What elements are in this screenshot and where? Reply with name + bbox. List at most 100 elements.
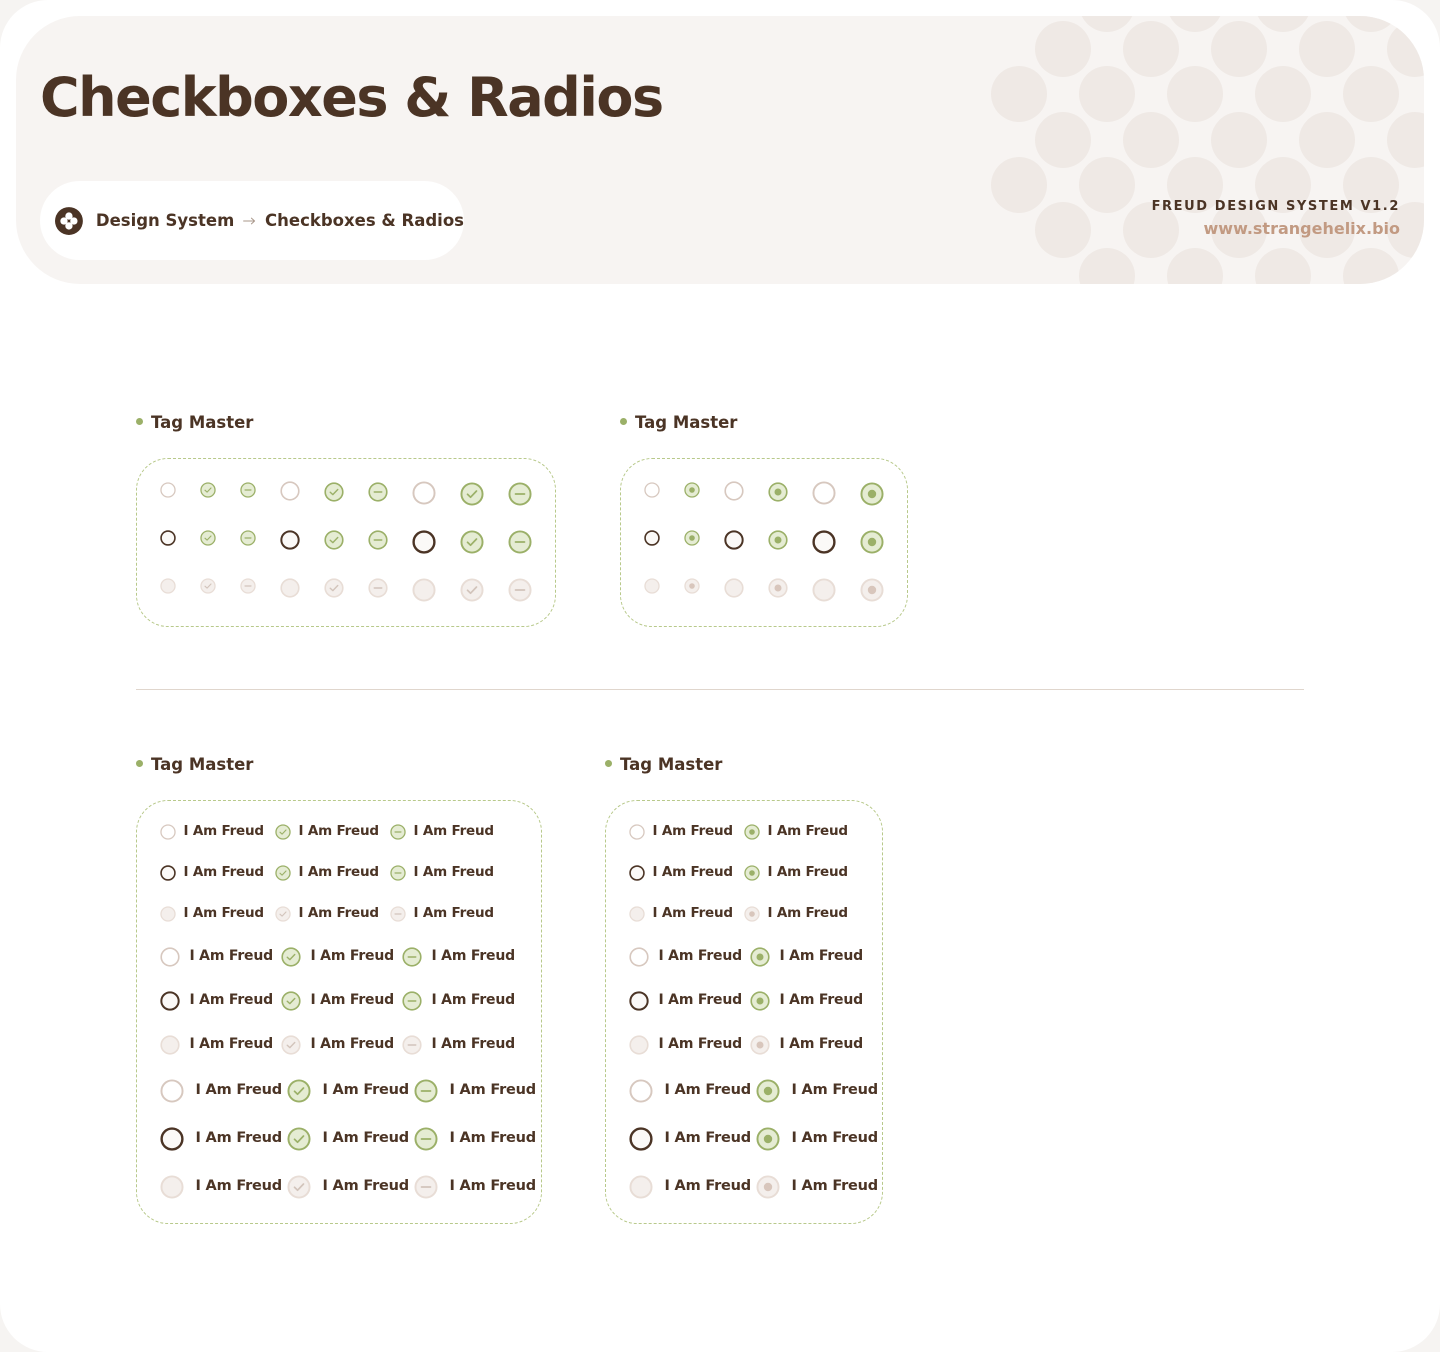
radio-selected-disabled[interactable]: [755, 1174, 780, 1199]
radio-unselected-disabled[interactable]: [811, 577, 836, 602]
checkbox-unchecked-default[interactable]: [159, 946, 180, 967]
radio-unselected-default[interactable]: [628, 823, 645, 840]
checkbox-unchecked-disabled[interactable]: [159, 577, 176, 594]
radio-unselected-disabled[interactable]: [628, 1034, 649, 1055]
radio-selected-default[interactable]: [859, 481, 884, 506]
checkbox-checked-focused[interactable]: [280, 990, 301, 1011]
radio-selected-focused[interactable]: [859, 529, 884, 554]
radio-unselected-focused[interactable]: [628, 1126, 653, 1151]
checkbox-unchecked-focused[interactable]: [279, 529, 300, 550]
radio-unselected-default[interactable]: [643, 481, 660, 498]
checkbox-checked-disabled[interactable]: [199, 577, 216, 594]
checkbox-indeterminate-focused[interactable]: [507, 529, 532, 554]
radio-selected-focused[interactable]: [749, 990, 770, 1011]
checkbox-checked-disabled[interactable]: [323, 577, 344, 598]
checkbox-indeterminate-disabled[interactable]: [389, 905, 406, 922]
radio-unselected-default[interactable]: [628, 1078, 653, 1103]
radio-selected-default[interactable]: [683, 481, 700, 498]
checkbox-indeterminate-disabled[interactable]: [413, 1174, 438, 1199]
radio-unselected-disabled[interactable]: [628, 905, 645, 922]
radio-selected-default[interactable]: [755, 1078, 780, 1103]
checkbox-indeterminate-focused[interactable]: [239, 529, 256, 546]
checkbox-unchecked-focused[interactable]: [159, 990, 180, 1011]
radio-selected-default[interactable]: [743, 823, 760, 840]
checkbox-checked-disabled[interactable]: [274, 905, 291, 922]
breadcrumb-root-link[interactable]: Design System: [96, 211, 234, 230]
radio-unselected-focused[interactable]: [643, 529, 660, 546]
checkbox-unchecked-default[interactable]: [411, 480, 436, 505]
radio-unselected-default[interactable]: [628, 946, 649, 967]
radio-unselected-default[interactable]: [811, 480, 836, 505]
radio-unselected-default[interactable]: [723, 480, 744, 501]
checkbox-indeterminate-default[interactable]: [367, 481, 388, 502]
checkbox-checked-default[interactable]: [459, 481, 484, 506]
checkbox-unchecked-disabled[interactable]: [159, 1034, 180, 1055]
radio-unselected-focused[interactable]: [723, 529, 744, 550]
radio-selected-focused[interactable]: [683, 529, 700, 546]
radio-unselected-disabled[interactable]: [628, 1174, 653, 1199]
radio-selected-disabled[interactable]: [743, 905, 760, 922]
check-icon: [323, 577, 344, 598]
checkbox-indeterminate-default[interactable]: [389, 823, 406, 840]
checkbox-indeterminate-disabled[interactable]: [507, 577, 532, 602]
check-icon: [274, 823, 291, 840]
checkbox-checked-focused[interactable]: [274, 864, 291, 881]
checkbox-indeterminate-default[interactable]: [507, 481, 532, 506]
checkbox-indeterminate-disabled[interactable]: [367, 577, 388, 598]
checkbox-indeterminate-focused[interactable]: [413, 1126, 438, 1151]
checkbox-checked-focused[interactable]: [459, 529, 484, 554]
checkbox-indeterminate-disabled[interactable]: [401, 1034, 422, 1055]
radio-unselected-focused[interactable]: [811, 529, 836, 554]
checkbox-unchecked-default[interactable]: [279, 480, 300, 501]
radio-unselected-disabled[interactable]: [723, 577, 744, 598]
checkbox-unchecked-default[interactable]: [159, 481, 176, 498]
checkbox-checked-disabled[interactable]: [280, 1034, 301, 1055]
radio-selected-default[interactable]: [749, 946, 770, 967]
radio-selected-focused[interactable]: [743, 864, 760, 881]
checkbox-unchecked-focused[interactable]: [159, 864, 176, 881]
radio-selected-disabled[interactable]: [859, 577, 884, 602]
checkbox-unchecked-focused[interactable]: [411, 529, 436, 554]
checkbox-unchecked-disabled[interactable]: [159, 905, 176, 922]
checkbox-indeterminate-default[interactable]: [239, 481, 256, 498]
checkbox-checked-default[interactable]: [199, 481, 216, 498]
radio-selected-disabled[interactable]: [749, 1034, 770, 1055]
checkbox-unchecked-default[interactable]: [159, 1078, 184, 1103]
decorative-dot: [1123, 112, 1179, 168]
radio-selected-disabled[interactable]: [683, 577, 700, 594]
radio-selected-focused[interactable]: [767, 529, 788, 550]
decorative-dot: [1035, 202, 1091, 258]
radio-selected-default[interactable]: [767, 481, 788, 502]
checkbox-indeterminate-disabled[interactable]: [239, 577, 256, 594]
empty-circle-icon: [723, 529, 744, 550]
checkbox-indeterminate-focused[interactable]: [367, 529, 388, 550]
checkbox-unchecked-disabled[interactable]: [411, 577, 436, 602]
checkbox-checked-default[interactable]: [323, 481, 344, 502]
checkbox-indeterminate-focused[interactable]: [401, 990, 422, 1011]
radio-selected-focused[interactable]: [755, 1126, 780, 1151]
checkbox-checked-default[interactable]: [286, 1078, 311, 1103]
radio-unselected-focused[interactable]: [628, 990, 649, 1011]
checkbox-checked-focused[interactable]: [199, 529, 216, 546]
checkbox-checked-focused[interactable]: [323, 529, 344, 550]
minus-icon: [367, 529, 388, 550]
checkbox-unchecked-focused[interactable]: [159, 529, 176, 546]
checkbox-checked-disabled[interactable]: [286, 1174, 311, 1199]
brand-url-link[interactable]: www.strangehelix.bio: [1152, 219, 1401, 238]
checkbox-checked-disabled[interactable]: [459, 577, 484, 602]
checkbox-indeterminate-focused[interactable]: [389, 864, 406, 881]
radio-item-label: I Am Freud: [658, 991, 743, 1008]
checkbox-unchecked-disabled[interactable]: [159, 1174, 184, 1199]
checkbox-checked-default[interactable]: [280, 946, 301, 967]
radio-unselected-focused[interactable]: [628, 864, 645, 881]
checkbox-checked-focused[interactable]: [286, 1126, 311, 1151]
radio-item-label: I Am Freud: [779, 947, 864, 964]
checkbox-unchecked-disabled[interactable]: [279, 577, 300, 598]
checkbox-unchecked-focused[interactable]: [159, 1126, 184, 1151]
checkbox-indeterminate-default[interactable]: [413, 1078, 438, 1103]
checkbox-unchecked-default[interactable]: [159, 823, 176, 840]
checkbox-checked-default[interactable]: [274, 823, 291, 840]
radio-unselected-disabled[interactable]: [643, 577, 660, 594]
checkbox-indeterminate-default[interactable]: [401, 946, 422, 967]
radio-selected-disabled[interactable]: [767, 577, 788, 598]
